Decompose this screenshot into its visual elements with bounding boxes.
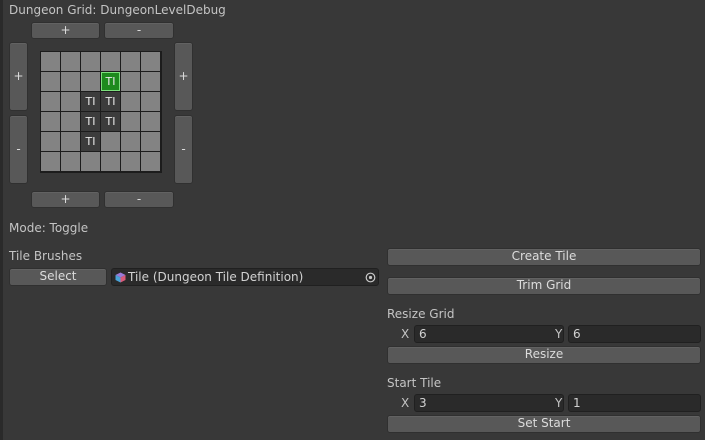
grid-cell-start[interactable]: TI xyxy=(101,72,120,91)
grid-cell-tile[interactable]: TI xyxy=(81,132,100,151)
remove-left-column-button[interactable]: - xyxy=(9,115,28,184)
grid-cell-empty[interactable] xyxy=(61,52,80,71)
grid-cell-empty[interactable] xyxy=(41,112,60,131)
resize-grid-label: Resize Grid xyxy=(387,307,455,321)
panel-edge xyxy=(0,0,3,440)
remove-bottom-row-button[interactable]: - xyxy=(104,191,174,208)
grid-cell-empty[interactable] xyxy=(101,132,120,151)
grid-cell-empty[interactable] xyxy=(141,112,160,131)
select-brush-button[interactable]: Select xyxy=(9,268,107,286)
start-x-field[interactable]: 3 xyxy=(414,394,564,412)
start-y-field[interactable]: 1 xyxy=(568,394,701,412)
header-title: Dungeon Grid: DungeonLevelDebug xyxy=(9,3,226,17)
tile-asset-icon xyxy=(115,272,126,283)
resize-button[interactable]: Resize xyxy=(387,346,701,364)
start-y-label: Y xyxy=(555,396,563,410)
create-tile-button[interactable]: Create Tile xyxy=(387,248,701,266)
remove-top-row-button[interactable]: - xyxy=(104,22,174,39)
grid-cell-empty[interactable] xyxy=(141,72,160,91)
grid-cell-empty[interactable] xyxy=(101,52,120,71)
start-tile-label: Start Tile xyxy=(387,376,442,390)
grid-cell-empty[interactable] xyxy=(81,152,100,171)
dungeon-tile-grid: TI TI TI TI TI TI xyxy=(40,51,162,173)
grid-cell-empty[interactable] xyxy=(81,52,100,71)
tile-brushes-label: Tile Brushes xyxy=(9,249,83,263)
grid-cell-empty[interactable] xyxy=(41,52,60,71)
target-picker-icon[interactable] xyxy=(365,272,376,283)
mode-label: Mode: Toggle xyxy=(9,221,89,235)
add-right-column-label: + xyxy=(178,69,189,83)
set-start-button[interactable]: Set Start xyxy=(387,415,701,433)
grid-cell-empty[interactable] xyxy=(61,112,80,131)
grid-cell-empty[interactable] xyxy=(141,92,160,111)
resize-y-label: Y xyxy=(555,327,563,341)
grid-cell-tile[interactable]: TI xyxy=(101,92,120,111)
tile-object-field[interactable]: Tile (Dungeon Tile Definition) xyxy=(111,268,379,286)
grid-cell-tile[interactable]: TI xyxy=(81,112,100,131)
grid-cell-empty[interactable] xyxy=(121,92,140,111)
remove-right-column-button[interactable]: - xyxy=(174,115,193,184)
grid-cell-empty[interactable] xyxy=(121,132,140,151)
grid-cell-tile[interactable]: TI xyxy=(101,112,120,131)
start-x-label: X xyxy=(401,396,410,410)
add-left-column-label: + xyxy=(13,69,24,83)
tile-object-value: Tile (Dungeon Tile Definition) xyxy=(128,270,304,284)
grid-cell-empty[interactable] xyxy=(41,132,60,151)
grid-cell-empty[interactable] xyxy=(41,92,60,111)
grid-cell-empty[interactable] xyxy=(61,92,80,111)
resize-x-label: X xyxy=(401,327,410,341)
resize-y-field[interactable]: 6 xyxy=(568,325,701,343)
remove-right-column-label: - xyxy=(181,142,186,156)
grid-cell-empty[interactable] xyxy=(141,52,160,71)
grid-cell-empty[interactable] xyxy=(101,152,120,171)
remove-left-column-label: - xyxy=(16,142,21,156)
trim-grid-button[interactable]: Trim Grid xyxy=(387,277,701,295)
grid-cell-empty[interactable] xyxy=(121,112,140,131)
add-left-column-button[interactable]: + xyxy=(9,42,28,111)
add-right-column-button[interactable]: + xyxy=(174,42,193,111)
add-bottom-row-button[interactable]: + xyxy=(31,191,100,208)
grid-cell-empty[interactable] xyxy=(61,152,80,171)
grid-cell-empty[interactable] xyxy=(61,72,80,91)
resize-x-field[interactable]: 6 xyxy=(414,325,564,343)
grid-cell-tile[interactable]: TI xyxy=(81,92,100,111)
add-top-row-button[interactable]: + xyxy=(31,22,100,39)
grid-cell-empty[interactable] xyxy=(61,132,80,151)
grid-cell-empty[interactable] xyxy=(41,72,60,91)
grid-cell-empty[interactable] xyxy=(141,152,160,171)
grid-cell-empty[interactable] xyxy=(41,152,60,171)
grid-cell-empty[interactable] xyxy=(141,132,160,151)
grid-cell-empty[interactable] xyxy=(81,72,100,91)
grid-cell-empty[interactable] xyxy=(121,152,140,171)
grid-cell-empty[interactable] xyxy=(121,52,140,71)
grid-cell-empty[interactable] xyxy=(121,72,140,91)
